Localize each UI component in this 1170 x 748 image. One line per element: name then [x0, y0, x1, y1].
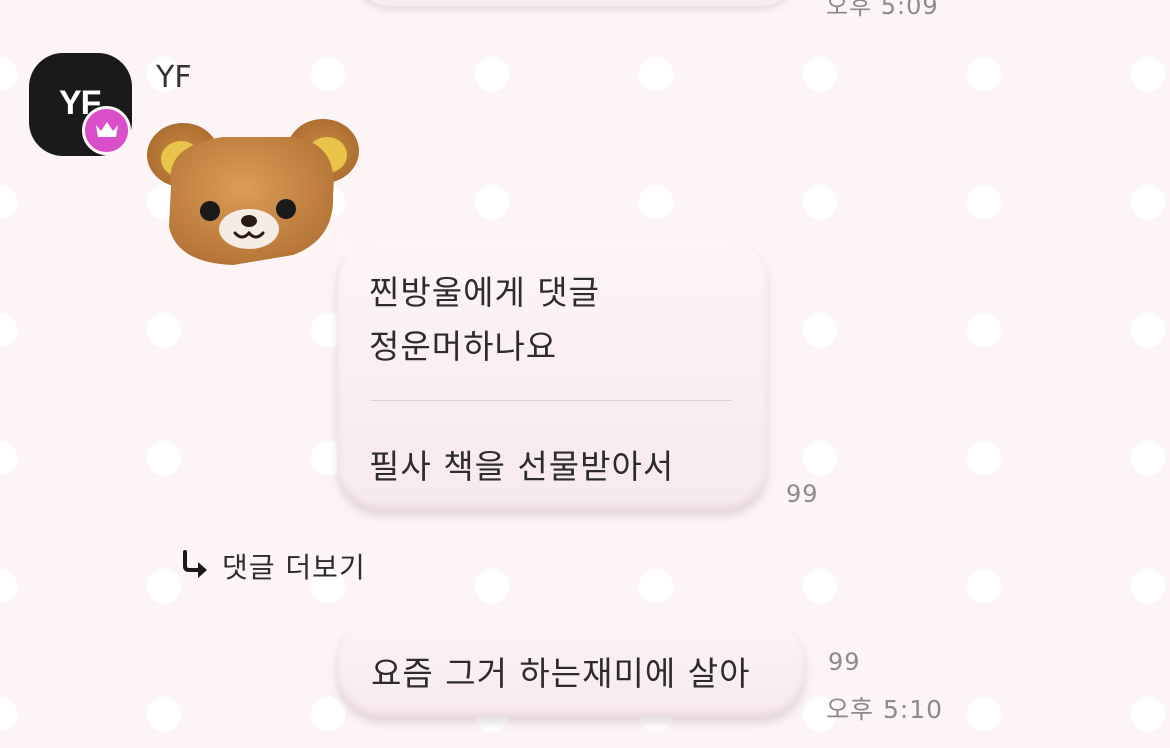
message-bubble[interactable]: 찐방울에게 댓글 정운머하나요 필사 책을 선물받아서 — [331, 234, 768, 510]
previous-message-time: 오후 5:09 — [826, 0, 939, 20]
sender-name: YF — [156, 60, 192, 95]
message-time: 오후 5:10 — [826, 695, 944, 724]
more-replies-label: 댓글 더보기 — [222, 551, 366, 584]
read-count: 99 — [786, 480, 819, 508]
message-line: 찐방울에게 댓글 — [369, 273, 601, 312]
message-line: 필사 책을 선물받아서 — [369, 447, 675, 486]
message-bubble[interactable]: 요즘 그거 하는재미에 살아 — [337, 617, 805, 717]
read-count: 99 — [828, 648, 861, 676]
more-replies-link[interactable]: 댓글 더보기 — [180, 548, 366, 584]
previous-message-bubble[interactable] — [350, 0, 800, 6]
reply-arrow-icon — [180, 549, 212, 583]
message-line: 정운머하나요 — [369, 327, 558, 366]
message-line: 요즘 그거 하는재미에 살아 — [371, 654, 751, 693]
bubble-divider — [371, 400, 732, 401]
crown-icon — [82, 106, 131, 155]
